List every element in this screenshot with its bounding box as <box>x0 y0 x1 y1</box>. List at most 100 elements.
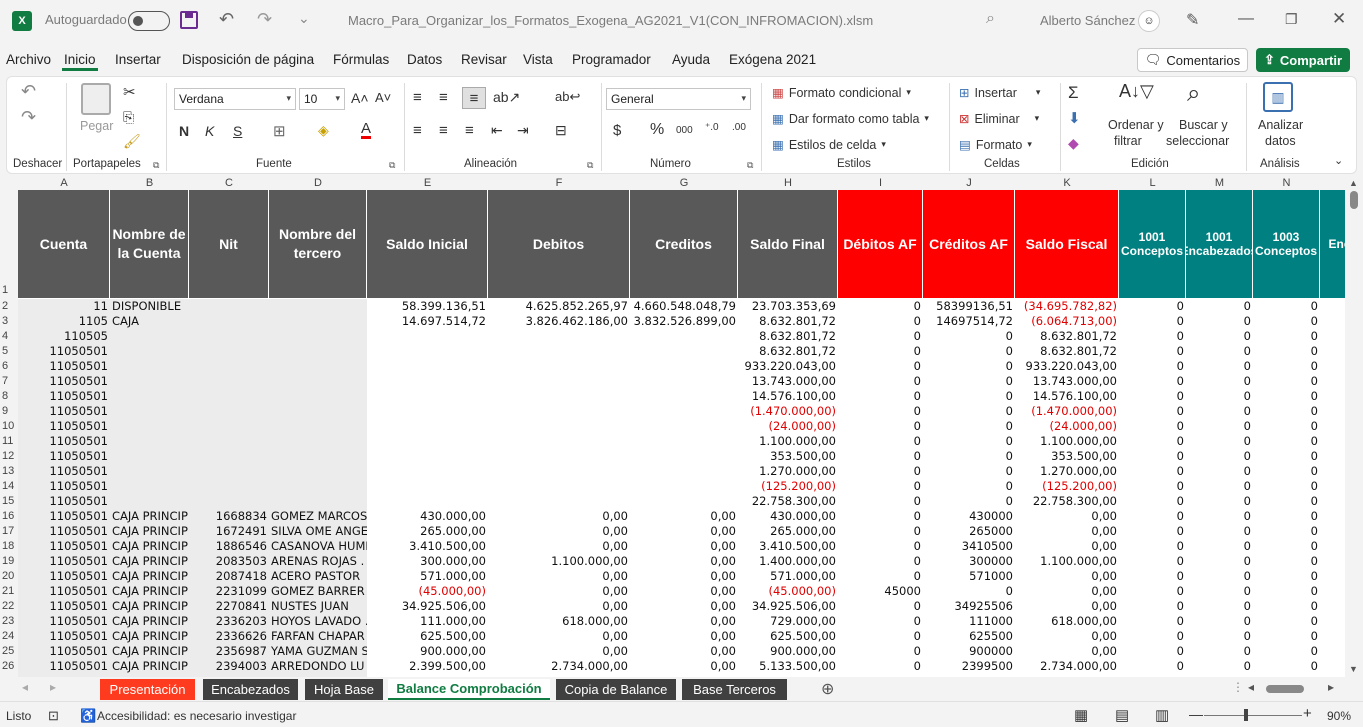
menu-programador[interactable]: Programador <box>572 52 651 67</box>
row-header[interactable]: 13 <box>0 465 18 477</box>
table-cell[interactable]: 0,00 <box>630 644 738 659</box>
table-cell[interactable]: 0 <box>838 389 923 404</box>
table-cell[interactable]: 0 <box>1119 524 1186 539</box>
font-size-select[interactable]: 10 ▾ <box>299 88 345 110</box>
table-cell[interactable]: 13.743.000,00 <box>738 374 838 389</box>
table-cell[interactable]: 0 <box>838 524 923 539</box>
normal-view-icon[interactable]: ▦ <box>1074 706 1088 724</box>
table-cell[interactable]: 1668834 <box>189 509 269 524</box>
table-cell[interactable]: 430000 <box>923 509 1015 524</box>
table-cell[interactable]: 0,00 <box>1015 644 1119 659</box>
autosave-toggle[interactable] <box>128 11 170 31</box>
row-header[interactable]: 17 <box>0 525 18 537</box>
table-cell[interactable]: 0 <box>1119 434 1186 449</box>
table-cell[interactable]: 11050501 <box>18 509 110 524</box>
table-cell[interactable]: 625500 <box>923 629 1015 644</box>
table-cell[interactable] <box>269 419 367 434</box>
table-cell[interactable]: 11050501 <box>18 389 110 404</box>
vertical-scroll-thumb[interactable] <box>1350 191 1358 209</box>
table-cell[interactable]: 571000 <box>923 569 1015 584</box>
menu-ayuda[interactable]: Ayuda <box>672 52 710 67</box>
table-cell[interactable]: 933.220.043,00 <box>1015 359 1119 374</box>
table-cell[interactable] <box>488 419 630 434</box>
table-cell[interactable]: 618.000,00 <box>488 614 630 629</box>
table-cell[interactable]: 111000 <box>923 614 1015 629</box>
table-cell[interactable]: 265.000,00 <box>367 524 488 539</box>
table-cell[interactable] <box>269 449 367 464</box>
table-cell[interactable] <box>110 494 189 509</box>
table-cell[interactable]: 1.100.000,00 <box>1015 434 1119 449</box>
table-cell[interactable]: 3.410.500,00 <box>738 539 838 554</box>
menu-insertar[interactable]: Insertar <box>115 52 161 67</box>
col-header-i[interactable]: I <box>838 176 923 190</box>
percent-button[interactable]: % <box>650 121 664 139</box>
table-cell[interactable] <box>630 449 738 464</box>
table-cell[interactable] <box>488 389 630 404</box>
table-cell[interactable] <box>110 374 189 389</box>
table-cell[interactable]: 0 <box>1119 659 1186 674</box>
table-cell[interactable]: YAMA GUZMAN S <box>269 644 367 659</box>
find-select-label-1[interactable]: Buscar y <box>1179 118 1228 132</box>
table-cell[interactable] <box>189 374 269 389</box>
thousands-button[interactable]: 000 <box>676 125 693 136</box>
sheet-tab[interactable]: Balance Comprobación <box>388 679 550 700</box>
cell-styles-button[interactable]: ▦ Estilos de celda ▾ <box>772 137 886 153</box>
table-cell[interactable]: 0 <box>1119 389 1186 404</box>
menu-disposicion[interactable]: Disposición de página <box>182 52 314 67</box>
table-cell[interactable]: ACERO PASTOR <box>269 569 367 584</box>
format-cells-button[interactable]: ▤ Formato ▾ <box>959 137 1032 153</box>
table-cell[interactable]: 4.625.852.265,97 <box>488 299 630 314</box>
table-cell[interactable] <box>488 359 630 374</box>
col-header-g[interactable]: G <box>630 176 738 190</box>
sheet-tab[interactable]: Hoja Base <box>305 679 383 700</box>
sheet-tab[interactable]: Copia de Balance <box>556 679 676 700</box>
sheet-tab[interactable]: Encabezados <box>203 679 298 700</box>
row-header[interactable]: 24 <box>0 630 18 642</box>
header-cell[interactable]: Nombre del tercero <box>269 190 367 298</box>
menu-datos[interactable]: Datos <box>407 52 442 67</box>
table-cell[interactable]: ARREDONDO LU <box>269 659 367 674</box>
table-cell[interactable] <box>488 374 630 389</box>
table-cell[interactable]: 0 <box>1253 329 1320 344</box>
decrease-decimal-icon[interactable]: .00 <box>732 122 746 133</box>
table-cell[interactable]: 58.399.136,51 <box>367 299 488 314</box>
table-cell[interactable]: 933.220.043,00 <box>738 359 838 374</box>
table-cell[interactable]: 0 <box>1253 299 1320 314</box>
format-painter-icon[interactable]: 🖌 <box>123 133 141 150</box>
table-cell[interactable]: GOMEZ BARRER <box>269 584 367 599</box>
clear-icon[interactable]: ◆ <box>1068 135 1079 152</box>
table-cell[interactable]: NUSTES JUAN <box>269 599 367 614</box>
table-cell[interactable]: 0 <box>1253 584 1320 599</box>
table-cell[interactable]: 14.697.514,72 <box>367 314 488 329</box>
increase-indent-icon[interactable]: ⇥ <box>517 122 529 139</box>
table-cell[interactable] <box>189 434 269 449</box>
table-cell[interactable]: 0 <box>838 344 923 359</box>
table-cell[interactable]: 0,00 <box>630 629 738 644</box>
orientation-icon[interactable]: ab↗ <box>493 89 520 106</box>
table-cell[interactable]: 0 <box>1253 434 1320 449</box>
share-button[interactable]: ⇪ Compartir <box>1256 48 1350 72</box>
table-cell[interactable]: 0 <box>1253 524 1320 539</box>
table-cell[interactable] <box>110 434 189 449</box>
scroll-left-icon[interactable]: ◂ <box>1248 680 1254 694</box>
table-cell[interactable]: 0 <box>923 419 1015 434</box>
table-cell[interactable]: 0 <box>1186 629 1253 644</box>
table-cell[interactable]: DISPONIBLE <box>110 299 189 314</box>
table-cell[interactable]: 0 <box>1119 449 1186 464</box>
table-cell[interactable]: (45.000,00) <box>738 584 838 599</box>
table-cell[interactable] <box>630 434 738 449</box>
page-break-icon[interactable]: ▥ <box>1155 706 1169 724</box>
table-cell[interactable]: 0,00 <box>488 569 630 584</box>
table-cell[interactable]: 0 <box>1253 629 1320 644</box>
table-cell[interactable]: 353.500,00 <box>1015 449 1119 464</box>
table-cell[interactable] <box>488 329 630 344</box>
table-cell[interactable]: 0 <box>1186 494 1253 509</box>
table-cell[interactable]: 3.410.500,00 <box>367 539 488 554</box>
table-cell[interactable]: 0 <box>1186 554 1253 569</box>
table-cell[interactable]: 4.660.548.048,79 <box>630 299 738 314</box>
table-cell[interactable]: 0 <box>923 374 1015 389</box>
table-cell[interactable]: 1.270.000,00 <box>738 464 838 479</box>
table-cell[interactable]: 0 <box>1119 464 1186 479</box>
table-cell[interactable] <box>269 344 367 359</box>
table-cell[interactable]: 0 <box>1119 629 1186 644</box>
